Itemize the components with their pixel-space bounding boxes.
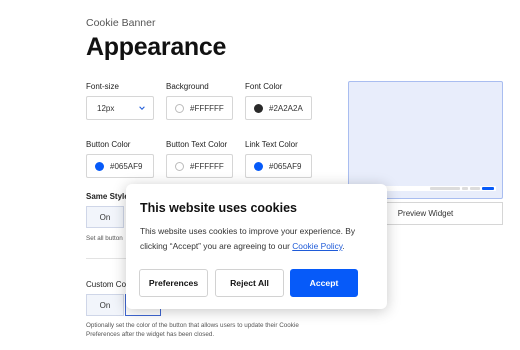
widget-preview-area xyxy=(348,81,503,199)
cookie-modal-text-end: . xyxy=(342,241,345,251)
accept-button[interactable]: Accept xyxy=(290,269,358,297)
divider xyxy=(86,258,128,259)
font-size-value: 12px xyxy=(97,103,115,113)
same-style-hint: Set all button xyxy=(86,235,123,242)
font-size-select[interactable]: 12px xyxy=(86,96,154,120)
chevron-down-icon xyxy=(139,106,145,110)
background-color-value: #FFFFFF xyxy=(190,103,224,113)
custom-color-label: Custom Co xyxy=(86,280,127,289)
background-label: Background xyxy=(166,82,209,91)
link-text-color-value: #065AF9 xyxy=(269,161,302,171)
color-swatch-icon xyxy=(254,161,263,171)
button-color-label: Button Color xyxy=(86,140,131,149)
background-color-field[interactable]: #FFFFFF xyxy=(166,96,233,120)
button-text-color-label: Button Text Color xyxy=(166,140,228,149)
font-color-field[interactable]: #2A2A2A xyxy=(245,96,312,120)
preferences-button[interactable]: Preferences xyxy=(139,269,208,297)
cookie-policy-link[interactable]: Cookie Policy xyxy=(292,241,342,251)
color-swatch-icon xyxy=(95,161,104,171)
color-swatch-icon xyxy=(254,103,263,113)
button-text-color-value: #FFFFFF xyxy=(190,161,224,171)
button-color-value: #065AF9 xyxy=(110,161,143,171)
font-color-value: #2A2A2A xyxy=(269,103,303,113)
cookie-modal-title: This website uses cookies xyxy=(140,201,298,215)
color-swatch-icon xyxy=(175,103,184,113)
page-title: Appearance xyxy=(86,33,227,61)
link-text-color-field[interactable]: #065AF9 xyxy=(245,154,312,178)
same-style-label: Same Style xyxy=(86,192,129,201)
color-swatch-icon xyxy=(175,161,184,171)
mini-reject-button xyxy=(470,187,480,190)
font-size-label: Font-size xyxy=(86,82,119,91)
button-color-field[interactable]: #065AF9 xyxy=(86,154,154,178)
button-text-color-field[interactable]: #FFFFFF xyxy=(166,154,233,178)
same-style-on-option[interactable]: On xyxy=(86,206,124,228)
reject-all-button[interactable]: Reject All xyxy=(215,269,284,297)
custom-color-on-option[interactable]: On xyxy=(86,294,124,316)
cookie-consent-modal: This website uses cookies This website u… xyxy=(126,184,387,309)
mini-accept-button xyxy=(482,187,494,190)
font-color-label: Font Color xyxy=(245,82,283,91)
breadcrumb: Cookie Banner xyxy=(86,17,156,29)
custom-color-hint: Optionally set the color of the button t… xyxy=(86,322,299,338)
cookie-modal-body: This website uses cookies to improve you… xyxy=(140,224,378,254)
link-text-color-label: Link Text Color xyxy=(245,140,298,149)
